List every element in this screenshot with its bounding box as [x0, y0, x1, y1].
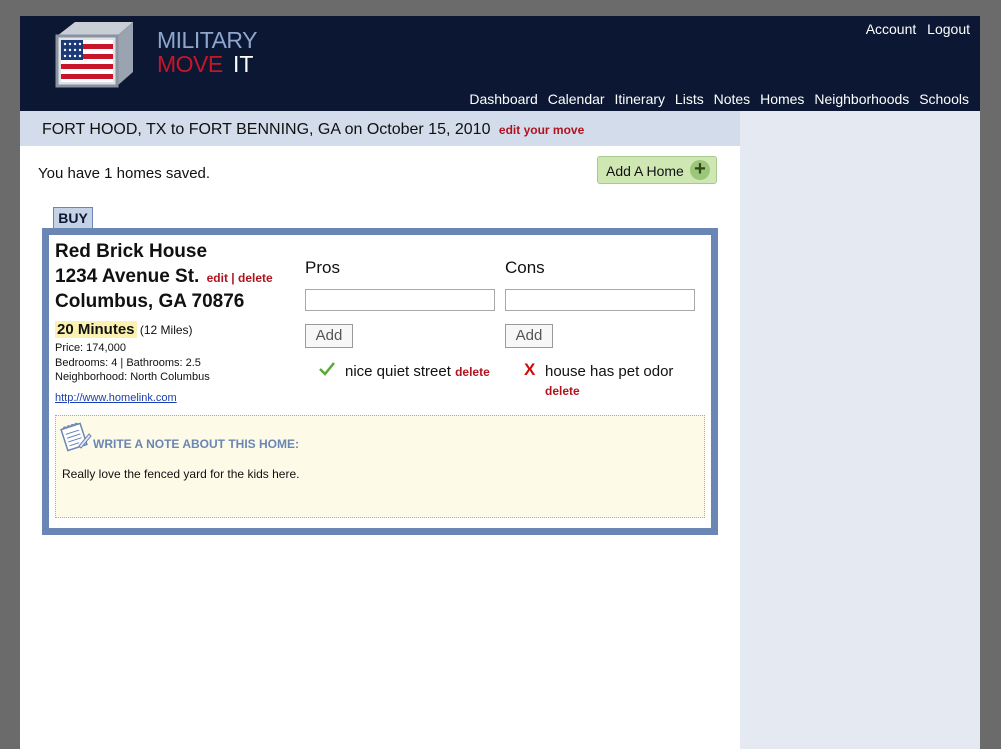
saved-homes-count: You have 1 homes saved.	[38, 165, 211, 182]
check-icon	[319, 362, 335, 376]
add-home-label: Add A Home	[606, 163, 684, 179]
logo[interactable]: MILITARY MOVE IT	[51, 20, 257, 90]
move-summary: FORT HOOD, TX to FORT BENNING, GA on Oct…	[42, 121, 584, 139]
x-icon: X	[524, 360, 536, 379]
nav-schools[interactable]: Schools	[919, 91, 969, 107]
main-nav: Dashboard Calendar Itinerary Lists Notes…	[463, 91, 969, 107]
home-listing-link[interactable]: http://www.homelink.com	[55, 392, 177, 404]
page: MILITARY MOVE IT Account Logout Dashboar…	[20, 16, 980, 749]
crate-flag-icon	[55, 22, 133, 88]
account-links: Account Logout	[859, 21, 970, 37]
move-summary-text: FORT HOOD, TX to FORT BENNING, GA on Oct…	[42, 121, 491, 138]
edit-move-link[interactable]: edit your move	[499, 123, 584, 137]
commute-info: 20 Minutes (12 Miles)	[55, 321, 193, 338]
commute-distance: (12 Miles)	[139, 323, 193, 337]
nav-lists[interactable]: Lists	[675, 91, 704, 107]
add-con-button[interactable]: Add	[505, 324, 553, 348]
delete-pro-link[interactable]: delete	[455, 365, 490, 379]
logout-link[interactable]: Logout	[927, 21, 970, 37]
home-price: Price: 174,000	[55, 342, 126, 354]
action-separator: |	[231, 271, 235, 285]
commute-time: 20 Minutes	[55, 321, 137, 338]
home-actions: edit | delete	[207, 271, 273, 285]
notes-heading: WRITE A NOTE ABOUT THIS HOME:	[93, 437, 299, 451]
pro-item: nice quiet street delete	[345, 363, 490, 380]
home-name: Red Brick House	[55, 241, 208, 262]
add-pro-button[interactable]: Add	[305, 324, 353, 348]
notepad-pencil-icon	[60, 422, 92, 452]
delete-con-link[interactable]: delete	[545, 384, 580, 398]
plus-icon: +	[690, 159, 710, 180]
nav-homes[interactable]: Homes	[760, 91, 804, 107]
cons-title: Cons	[505, 258, 545, 277]
nav-dashboard[interactable]: Dashboard	[469, 91, 538, 107]
buy-tab[interactable]: BUY	[53, 207, 93, 229]
home-card: Red Brick House 1234 Avenue St. edit | d…	[42, 228, 718, 535]
home-notes[interactable]: WRITE A NOTE ABOUT THIS HOME: Really lov…	[55, 415, 705, 518]
right-sidebar	[740, 111, 980, 749]
notes-text: Really love the fenced yard for the kids…	[62, 467, 300, 481]
cons-input[interactable]	[505, 289, 695, 311]
move-summary-bar: FORT HOOD, TX to FORT BENNING, GA on Oct…	[20, 111, 740, 146]
buy-tab-label: BUY	[54, 208, 92, 228]
home-street: 1234 Avenue St.	[55, 266, 200, 287]
home-rooms: Bedrooms: 4 | Bathrooms: 2.5	[55, 357, 201, 369]
site-header: MILITARY MOVE IT Account Logout Dashboar…	[20, 16, 980, 111]
pros-input[interactable]	[305, 289, 495, 311]
home-street-line: 1234 Avenue St. edit | delete	[55, 266, 273, 288]
con-item: house has pet odor	[545, 363, 674, 380]
pro-item-text: nice quiet street	[345, 363, 451, 380]
home-neighborhood: Neighborhood: North Columbus	[55, 371, 210, 383]
nav-notes[interactable]: Notes	[714, 91, 751, 107]
account-link[interactable]: Account	[866, 21, 917, 37]
add-home-button[interactable]: Add A Home +	[597, 156, 717, 184]
edit-home-link[interactable]: edit	[207, 271, 228, 285]
nav-itinerary[interactable]: Itinerary	[614, 91, 665, 107]
logo-military-text: MILITARY	[157, 27, 257, 53]
delete-home-link[interactable]: delete	[238, 271, 273, 285]
nav-neighborhoods[interactable]: Neighborhoods	[814, 91, 909, 107]
home-city: Columbus, GA 70876	[55, 291, 245, 312]
home-card-body: Red Brick House 1234 Avenue St. edit | d…	[49, 235, 711, 528]
pros-title: Pros	[305, 258, 340, 277]
logo-it-text: IT	[233, 51, 254, 77]
logo-move-text: MOVE	[157, 51, 223, 77]
nav-calendar[interactable]: Calendar	[548, 91, 605, 107]
